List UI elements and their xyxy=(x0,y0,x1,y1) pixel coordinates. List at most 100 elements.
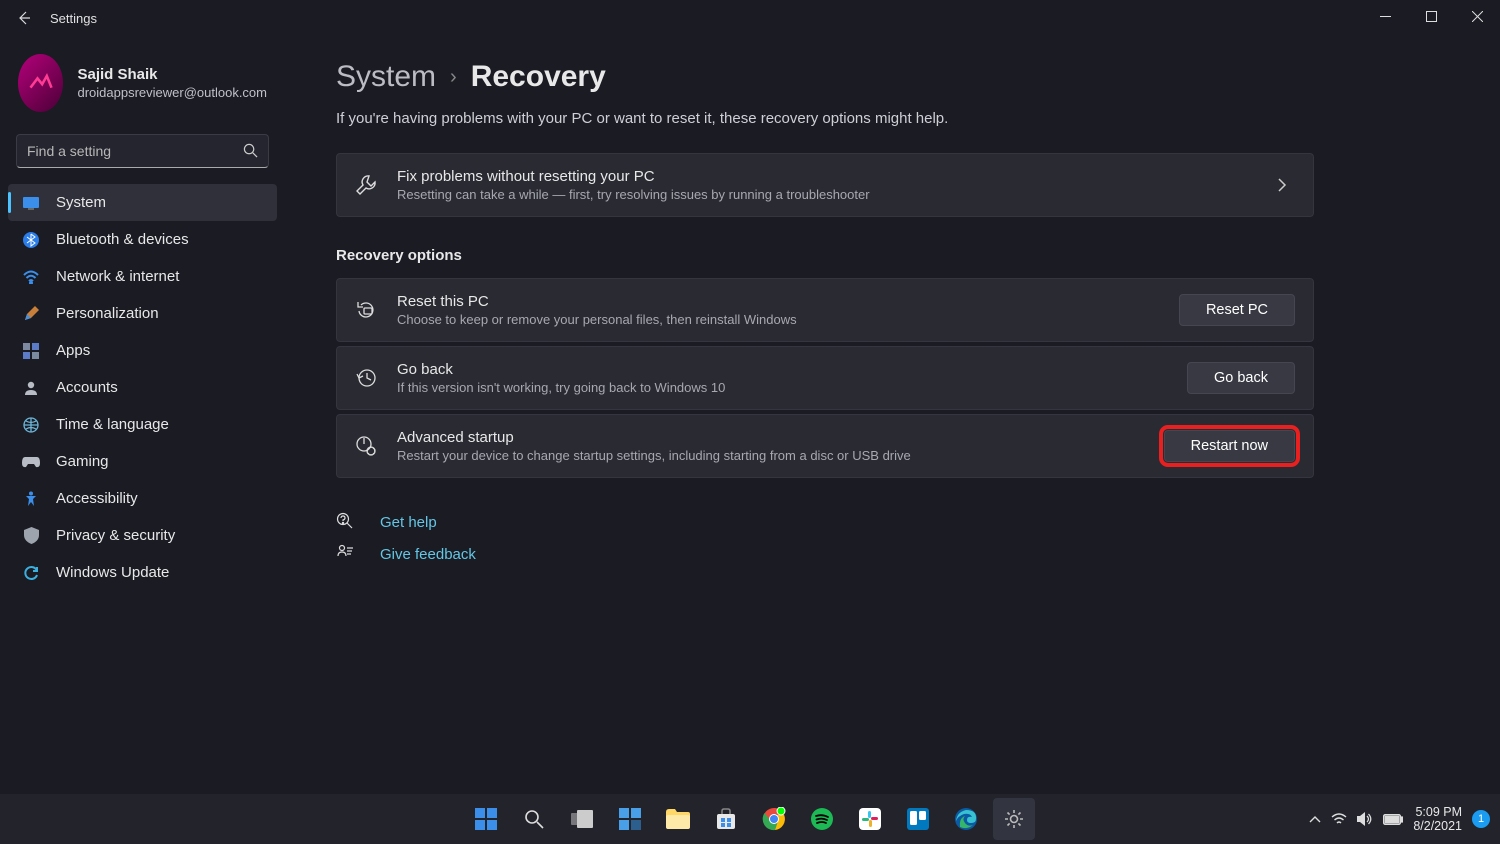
breadcrumb-root[interactable]: System xyxy=(336,60,436,94)
bluetooth-icon xyxy=(22,231,40,249)
nav-gaming[interactable]: Gaming xyxy=(8,443,277,480)
slack[interactable] xyxy=(849,798,891,840)
reset-icon xyxy=(355,299,377,321)
user-name: Sajid Shaik xyxy=(77,66,267,83)
chrome[interactable] xyxy=(753,798,795,840)
accessibility-icon xyxy=(22,490,40,508)
nav-bluetooth[interactable]: Bluetooth & devices xyxy=(8,221,277,258)
sidebar: Sajid Shaik droidappsreviewer@outlook.co… xyxy=(0,36,285,597)
notifications-badge[interactable]: 1 xyxy=(1472,810,1490,828)
chevron-up-icon xyxy=(1309,815,1321,823)
spotify[interactable] xyxy=(801,798,843,840)
close-button[interactable] xyxy=(1454,0,1500,32)
search-icon xyxy=(243,143,258,158)
explorer[interactable] xyxy=(657,798,699,840)
volume-icon xyxy=(1357,812,1373,826)
help-icon xyxy=(336,512,356,532)
feedback-icon xyxy=(336,544,356,564)
taskbar-right: 5:09 PM 8/2/2021 1 xyxy=(1309,805,1490,834)
chevron-right-icon xyxy=(1277,178,1295,192)
wifi-icon xyxy=(1331,813,1347,825)
widgets-icon xyxy=(619,808,641,830)
start-button[interactable] xyxy=(465,798,507,840)
clock[interactable]: 5:09 PM 8/2/2021 xyxy=(1413,805,1462,834)
date: 8/2/2021 xyxy=(1413,819,1462,833)
nav-system[interactable]: System xyxy=(8,184,277,221)
system-tray[interactable] xyxy=(1309,812,1403,826)
card-title: Fix problems without resetting your PC xyxy=(397,168,1257,185)
nav-time-language[interactable]: Time & language xyxy=(8,406,277,443)
edge[interactable] xyxy=(945,798,987,840)
nav-accounts[interactable]: Accounts xyxy=(8,369,277,406)
card-desc: Restart your device to change startup se… xyxy=(397,448,1144,463)
nav-windows-update[interactable]: Windows Update xyxy=(8,554,277,591)
chevron-right-icon: › xyxy=(450,66,457,89)
update-icon xyxy=(22,564,40,582)
wrench-icon xyxy=(355,174,377,196)
gear-icon xyxy=(1003,808,1025,830)
maximize-icon xyxy=(1426,11,1437,22)
chrome-icon xyxy=(762,807,786,831)
store[interactable] xyxy=(705,798,747,840)
nav-accessibility[interactable]: Accessibility xyxy=(8,480,277,517)
nav-personalization[interactable]: Personalization xyxy=(8,295,277,332)
settings-app[interactable] xyxy=(993,798,1035,840)
back-button[interactable] xyxy=(8,2,40,34)
restart-now-button[interactable]: Restart now xyxy=(1164,430,1295,462)
power-gear-icon xyxy=(355,435,377,457)
user-block[interactable]: Sajid Shaik droidappsreviewer@outlook.co… xyxy=(0,36,285,122)
trello[interactable] xyxy=(897,798,939,840)
arrow-left-icon xyxy=(16,10,32,26)
search-icon xyxy=(524,809,544,829)
folder-icon xyxy=(666,809,690,829)
give-feedback-link[interactable]: Give feedback xyxy=(380,546,476,563)
nav-label: System xyxy=(56,194,106,211)
gamepad-icon xyxy=(22,453,40,471)
nav-label: Windows Update xyxy=(56,564,169,581)
nav-label: Accounts xyxy=(56,379,118,396)
time: 5:09 PM xyxy=(1413,805,1462,819)
search-input[interactable] xyxy=(27,143,232,159)
reset-pc-button[interactable]: Reset PC xyxy=(1179,294,1295,326)
nav-apps[interactable]: Apps xyxy=(8,332,277,369)
widgets[interactable] xyxy=(609,798,651,840)
wifi-icon xyxy=(22,268,40,286)
go-back-card: Go back If this version isn't working, t… xyxy=(336,346,1314,410)
page-subtitle: If you're having problems with your PC o… xyxy=(336,110,1464,127)
maximize-button[interactable] xyxy=(1408,0,1454,32)
card-desc: Choose to keep or remove your personal f… xyxy=(397,312,1159,327)
nav-label: Apps xyxy=(56,342,90,359)
go-back-button[interactable]: Go back xyxy=(1187,362,1295,394)
troubleshooter-card[interactable]: Fix problems without resetting your PC R… xyxy=(336,153,1314,217)
card-desc: Resetting can take a while — first, try … xyxy=(397,187,1257,202)
nav-privacy[interactable]: Privacy & security xyxy=(8,517,277,554)
close-icon xyxy=(1472,11,1483,22)
minimize-button[interactable] xyxy=(1362,0,1408,32)
trello-icon xyxy=(907,808,929,830)
history-icon xyxy=(355,367,377,389)
spotify-icon xyxy=(810,807,834,831)
advanced-startup-card: Advanced startup Restart your device to … xyxy=(336,414,1314,478)
task-view[interactable] xyxy=(561,798,603,840)
minimize-icon xyxy=(1380,11,1391,22)
get-help-link[interactable]: Get help xyxy=(380,514,437,531)
taskbar-center xyxy=(465,798,1035,840)
slack-icon xyxy=(859,808,881,830)
section-heading: Recovery options xyxy=(336,247,1464,264)
titlebar: Settings xyxy=(0,0,1500,36)
avatar xyxy=(18,54,63,112)
search-box[interactable] xyxy=(16,134,269,168)
nav-label: Network & internet xyxy=(56,268,179,285)
footer-links: Get help Give feedback xyxy=(336,506,1464,570)
taskbar-search[interactable] xyxy=(513,798,555,840)
card-title: Advanced startup xyxy=(397,429,1144,446)
taskview-icon xyxy=(571,810,593,828)
nav-label: Gaming xyxy=(56,453,109,470)
shield-icon xyxy=(22,527,40,545)
store-icon xyxy=(715,808,737,830)
page-title: Recovery xyxy=(471,60,606,94)
nav: System Bluetooth & devices Network & int… xyxy=(0,178,285,597)
apps-icon xyxy=(22,342,40,360)
nav-network[interactable]: Network & internet xyxy=(8,258,277,295)
window-title: Settings xyxy=(50,11,97,26)
